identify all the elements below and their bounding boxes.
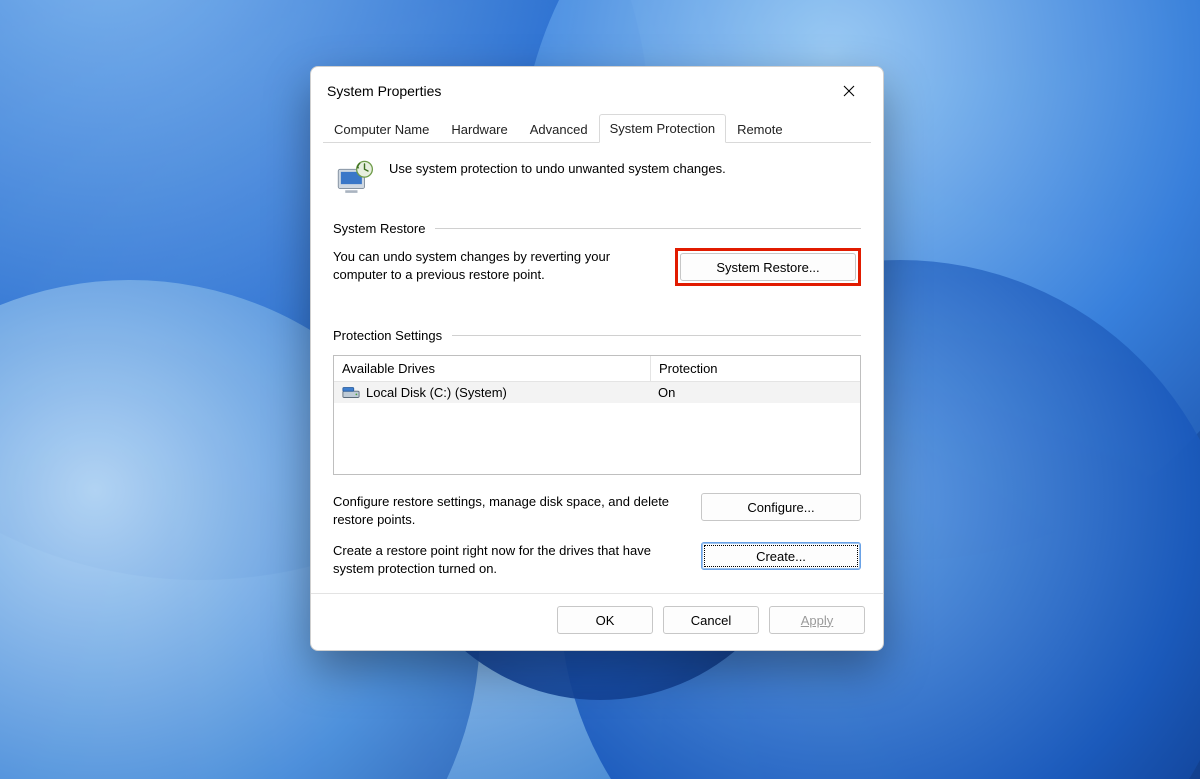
- tab-advanced[interactable]: Advanced: [519, 115, 599, 143]
- system-restore-description: You can undo system changes by reverting…: [333, 248, 657, 283]
- group-protection-settings-label: Protection Settings: [333, 328, 442, 343]
- drives-header-row: Available Drives Protection: [334, 356, 860, 382]
- window-title: System Properties: [327, 83, 441, 99]
- group-protection-settings-header: Protection Settings: [333, 328, 861, 343]
- create-button[interactable]: Create...: [701, 542, 861, 570]
- column-header-protection[interactable]: Protection: [651, 356, 860, 381]
- system-protection-icon: [333, 157, 375, 199]
- tab-hardware[interactable]: Hardware: [440, 115, 518, 143]
- create-row: Create a restore point right now for the…: [333, 542, 861, 577]
- annotation-highlight: System Restore...: [675, 248, 861, 286]
- create-description: Create a restore point right now for the…: [333, 542, 683, 577]
- spacer: [333, 300, 861, 318]
- tab-panel-system-protection: Use system protection to undo unwanted s…: [311, 143, 883, 593]
- dialog-footer: OK Cancel Apply: [311, 593, 883, 650]
- configure-row: Configure restore settings, manage disk …: [333, 493, 861, 528]
- ok-button[interactable]: OK: [557, 606, 653, 634]
- tab-system-protection[interactable]: System Protection: [599, 114, 727, 143]
- group-system-restore-header: System Restore: [333, 221, 861, 236]
- apply-label: Apply: [801, 613, 834, 628]
- divider: [452, 335, 861, 336]
- system-properties-dialog: System Properties Computer Name Hardware…: [310, 66, 884, 651]
- tab-remote[interactable]: Remote: [726, 115, 794, 143]
- drive-name: Local Disk (C:) (System): [366, 385, 507, 400]
- configure-description: Configure restore settings, manage disk …: [333, 493, 683, 528]
- titlebar[interactable]: System Properties: [311, 67, 883, 113]
- apply-button[interactable]: Apply: [769, 606, 865, 634]
- protection-cell: On: [650, 382, 860, 403]
- intro-text: Use system protection to undo unwanted s…: [389, 157, 726, 176]
- configure-button[interactable]: Configure...: [701, 493, 861, 521]
- system-restore-button[interactable]: System Restore...: [680, 253, 856, 281]
- drive-row[interactable]: Local Disk (C:) (System) On: [334, 382, 860, 403]
- drive-cell: Local Disk (C:) (System): [334, 382, 650, 403]
- divider: [435, 228, 861, 229]
- tab-computer-name[interactable]: Computer Name: [323, 115, 440, 143]
- drives-listview[interactable]: Available Drives Protection Local Disk (…: [333, 355, 861, 475]
- close-button[interactable]: [829, 77, 869, 105]
- close-icon: [843, 85, 855, 97]
- desktop-background: System Properties Computer Name Hardware…: [0, 0, 1200, 779]
- cancel-button[interactable]: Cancel: [663, 606, 759, 634]
- column-header-drives[interactable]: Available Drives: [334, 356, 651, 381]
- drive-icon: [342, 386, 360, 400]
- tabstrip: Computer Name Hardware Advanced System P…: [311, 113, 883, 142]
- group-system-restore-label: System Restore: [333, 221, 425, 236]
- system-restore-row: You can undo system changes by reverting…: [333, 248, 861, 286]
- intro-row: Use system protection to undo unwanted s…: [333, 157, 861, 199]
